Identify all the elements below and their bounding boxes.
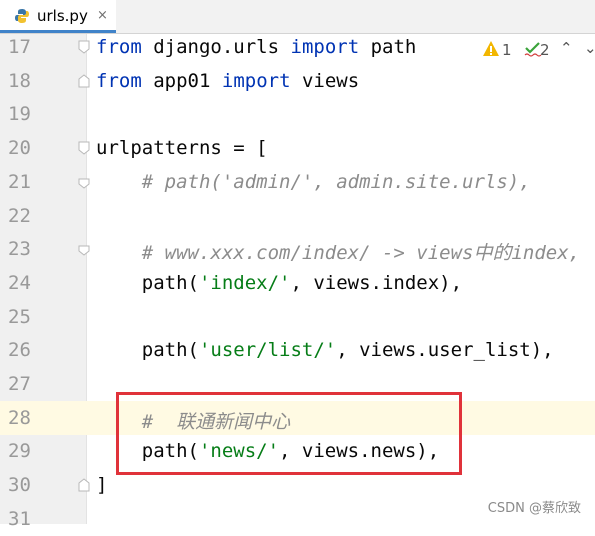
code-token: app01 [153, 69, 211, 92]
fold-marker-icon[interactable] [78, 40, 90, 54]
line-number: 21 [8, 170, 31, 193]
check-count: 2 [540, 41, 550, 59]
code-token: ] [96, 474, 108, 497]
highlight-box [116, 392, 462, 475]
line-number: 27 [8, 373, 31, 395]
code-text: from django.urls import path [96, 36, 416, 58]
warning-count: 1 [502, 41, 512, 59]
code-token: 'user/list/' [198, 339, 337, 362]
close-icon[interactable]: × [97, 8, 108, 23]
code-text: # www.xxx.com/index/ -> views中的index, [96, 238, 580, 265]
code-token: django.urls [153, 36, 280, 58]
fold-marker-icon[interactable] [78, 175, 90, 189]
code-token: import [221, 69, 291, 92]
line-number: 20 [8, 137, 31, 160]
line-number: 30 [8, 474, 31, 497]
code-token: , views.user_list), [336, 339, 554, 362]
code-token: import [290, 36, 360, 58]
fold-marker-icon[interactable] [78, 141, 90, 155]
line-number: 17 [8, 36, 31, 58]
code-line[interactable]: 24 path('index/', views.index), [0, 266, 595, 300]
tab-label: urls.py [37, 7, 88, 25]
tab-urls-py[interactable]: urls.py × [0, 0, 116, 33]
line-number: 22 [8, 204, 31, 227]
code-line[interactable]: 19 [0, 97, 595, 131]
fold-marker-icon[interactable] [78, 74, 90, 88]
warning-icon [483, 41, 499, 56]
code-token: urlpatterns = [ [96, 137, 268, 160]
code-text: from app01 import views [96, 70, 359, 92]
watermark: CSDN @蔡欣致 [487, 501, 581, 516]
line-number: 24 [8, 271, 31, 294]
code-token: # www.xxx.com/index/ -> views中的index, [96, 242, 581, 265]
line-number: 28 [8, 406, 31, 429]
code-token: views [301, 69, 360, 92]
line-number: 31 [8, 507, 31, 530]
chevron-down-icon[interactable]: ⌄ [584, 39, 595, 57]
line-number: 29 [8, 440, 31, 463]
line-number: 18 [8, 69, 31, 92]
code-text: path('index/', views.index), [96, 272, 462, 294]
code-token: path [370, 36, 417, 58]
code-token: 'index/' [198, 271, 291, 294]
code-line[interactable]: 26 path('user/list/', views.user_list), [0, 333, 595, 367]
code-text: # path('admin/', admin.site.urls), [96, 171, 531, 193]
code-line[interactable]: 22 [0, 199, 595, 233]
python-file-icon [15, 9, 29, 23]
code-token: from [96, 69, 142, 92]
line-number: 19 [8, 103, 31, 126]
fold-marker-icon[interactable] [78, 242, 90, 256]
fold-marker-icon[interactable] [78, 478, 90, 492]
line-number: 23 [8, 238, 31, 261]
line-number: 26 [8, 339, 31, 362]
code-text: ] [96, 474, 107, 496]
code-token: from [96, 36, 142, 58]
line-number: 25 [8, 305, 31, 328]
code-token: , views.index), [290, 271, 463, 294]
code-text: path('user/list/', views.user_list), [96, 339, 554, 361]
code-token: path( [96, 271, 199, 294]
code-line[interactable]: 25 [0, 300, 595, 334]
code-token: path( [96, 339, 199, 362]
code-token: # path('admin/', admin.site.urls), [96, 170, 531, 193]
code-text: urlpatterns = [ [96, 137, 268, 159]
chevron-up-icon[interactable]: ⌃ [560, 39, 573, 57]
editor-tab-bar: urls.py × [0, 0, 595, 34]
